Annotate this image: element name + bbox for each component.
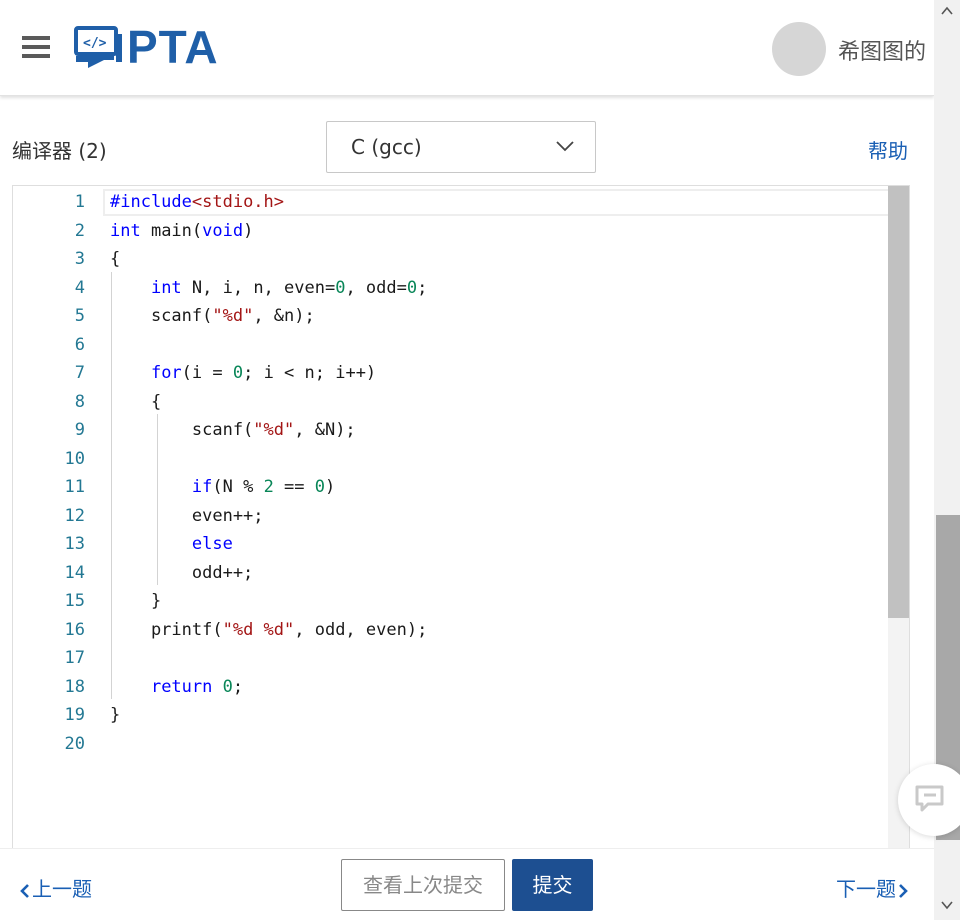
line-number: 1: [74, 192, 85, 212]
hamburger-menu-icon[interactable]: [22, 36, 50, 60]
code-line[interactable]: scanf("%d", &n);: [110, 302, 315, 331]
line-number: 8: [74, 391, 85, 412]
code-line[interactable]: }: [110, 587, 161, 616]
chevron-right-icon: [899, 883, 908, 898]
code-line[interactable]: for(i = 0; i < n; i++): [110, 359, 376, 388]
line-number: 9: [74, 420, 85, 440]
line-number: 19: [64, 705, 85, 725]
editor-scrollbar-thumb[interactable]: [888, 186, 909, 618]
logo-text: PTA: [127, 21, 219, 73]
line-number: 6: [74, 334, 85, 355]
line-number: 18: [64, 676, 85, 697]
next-question-link[interactable]: 下一题: [836, 873, 910, 902]
indent-guide: [111, 272, 112, 699]
code-line[interactable]: even++;: [110, 502, 264, 531]
language-select[interactable]: C (gcc): [326, 121, 596, 173]
code-monitor-icon: </>: [74, 26, 122, 68]
avatar[interactable]: [772, 22, 826, 76]
line-number: 5: [74, 306, 85, 326]
chevron-left-icon: [20, 883, 29, 898]
chevron-down-icon: [556, 141, 574, 152]
line-number: 12: [64, 505, 85, 526]
line-number: 7: [74, 363, 85, 383]
line-number: 15: [64, 591, 85, 611]
top-header: </> PTA 希图图的: [0, 0, 934, 96]
line-number: 4: [74, 277, 85, 298]
line-number: 16: [64, 619, 85, 640]
scroll-up-arrow-icon[interactable]: [941, 6, 953, 16]
code-line[interactable]: int N, i, n, even=0, odd=0;: [110, 274, 427, 303]
code-line[interactable]: else: [110, 530, 233, 559]
line-number: 10: [64, 448, 85, 469]
code-line[interactable]: scanf("%d", &N);: [110, 416, 356, 445]
svg-text:</>: </>: [83, 36, 107, 51]
code-line[interactable]: #include<stdio.h>: [110, 188, 284, 217]
line-number: 14: [64, 562, 85, 583]
code-line[interactable]: odd++;: [110, 559, 253, 588]
code-line[interactable]: int main(void): [110, 217, 253, 246]
prev-question-label: 上一题: [32, 877, 92, 901]
feedback-button[interactable]: [898, 764, 960, 836]
feedback-icon: [915, 785, 944, 812]
code-line[interactable]: return 0;: [110, 673, 243, 702]
code-line[interactable]: }: [110, 701, 120, 730]
code-line[interactable]: printf("%d %d", odd, even);: [110, 616, 427, 645]
code-line[interactable]: {: [110, 245, 120, 274]
help-link[interactable]: 帮助: [868, 135, 908, 164]
line-number: 13: [64, 534, 85, 554]
code-editor[interactable]: 1 2 3 4 5 6 7 8 9 10 11 12 13 14 15 16 17 18 19 20 #include…: [12, 185, 910, 850]
submit-button[interactable]: 提交: [512, 859, 593, 911]
line-number: 2: [74, 220, 85, 241]
compiler-label: 编译器 (2): [12, 139, 107, 163]
line-number: 20: [64, 733, 85, 754]
language-selected-value: C (gcc): [351, 135, 422, 159]
code-line[interactable]: {: [110, 388, 161, 417]
next-question-label: 下一题: [836, 877, 896, 901]
prev-question-link[interactable]: 上一题: [18, 873, 92, 902]
line-number: 17: [64, 648, 85, 668]
view-last-submission-button[interactable]: 查看上次提交: [341, 859, 505, 911]
scroll-down-arrow-icon[interactable]: [941, 900, 953, 910]
pta-logo[interactable]: </> PTA: [74, 21, 244, 73]
username[interactable]: 希图图的: [838, 34, 926, 66]
line-number: 3: [74, 249, 85, 269]
line-number: 11: [64, 477, 85, 497]
code-line[interactable]: if(N % 2 == 0): [110, 473, 335, 502]
footer-nav: 上一题 查看上次提交 提交 下一题: [0, 848, 934, 920]
indent-guide: [157, 414, 158, 585]
